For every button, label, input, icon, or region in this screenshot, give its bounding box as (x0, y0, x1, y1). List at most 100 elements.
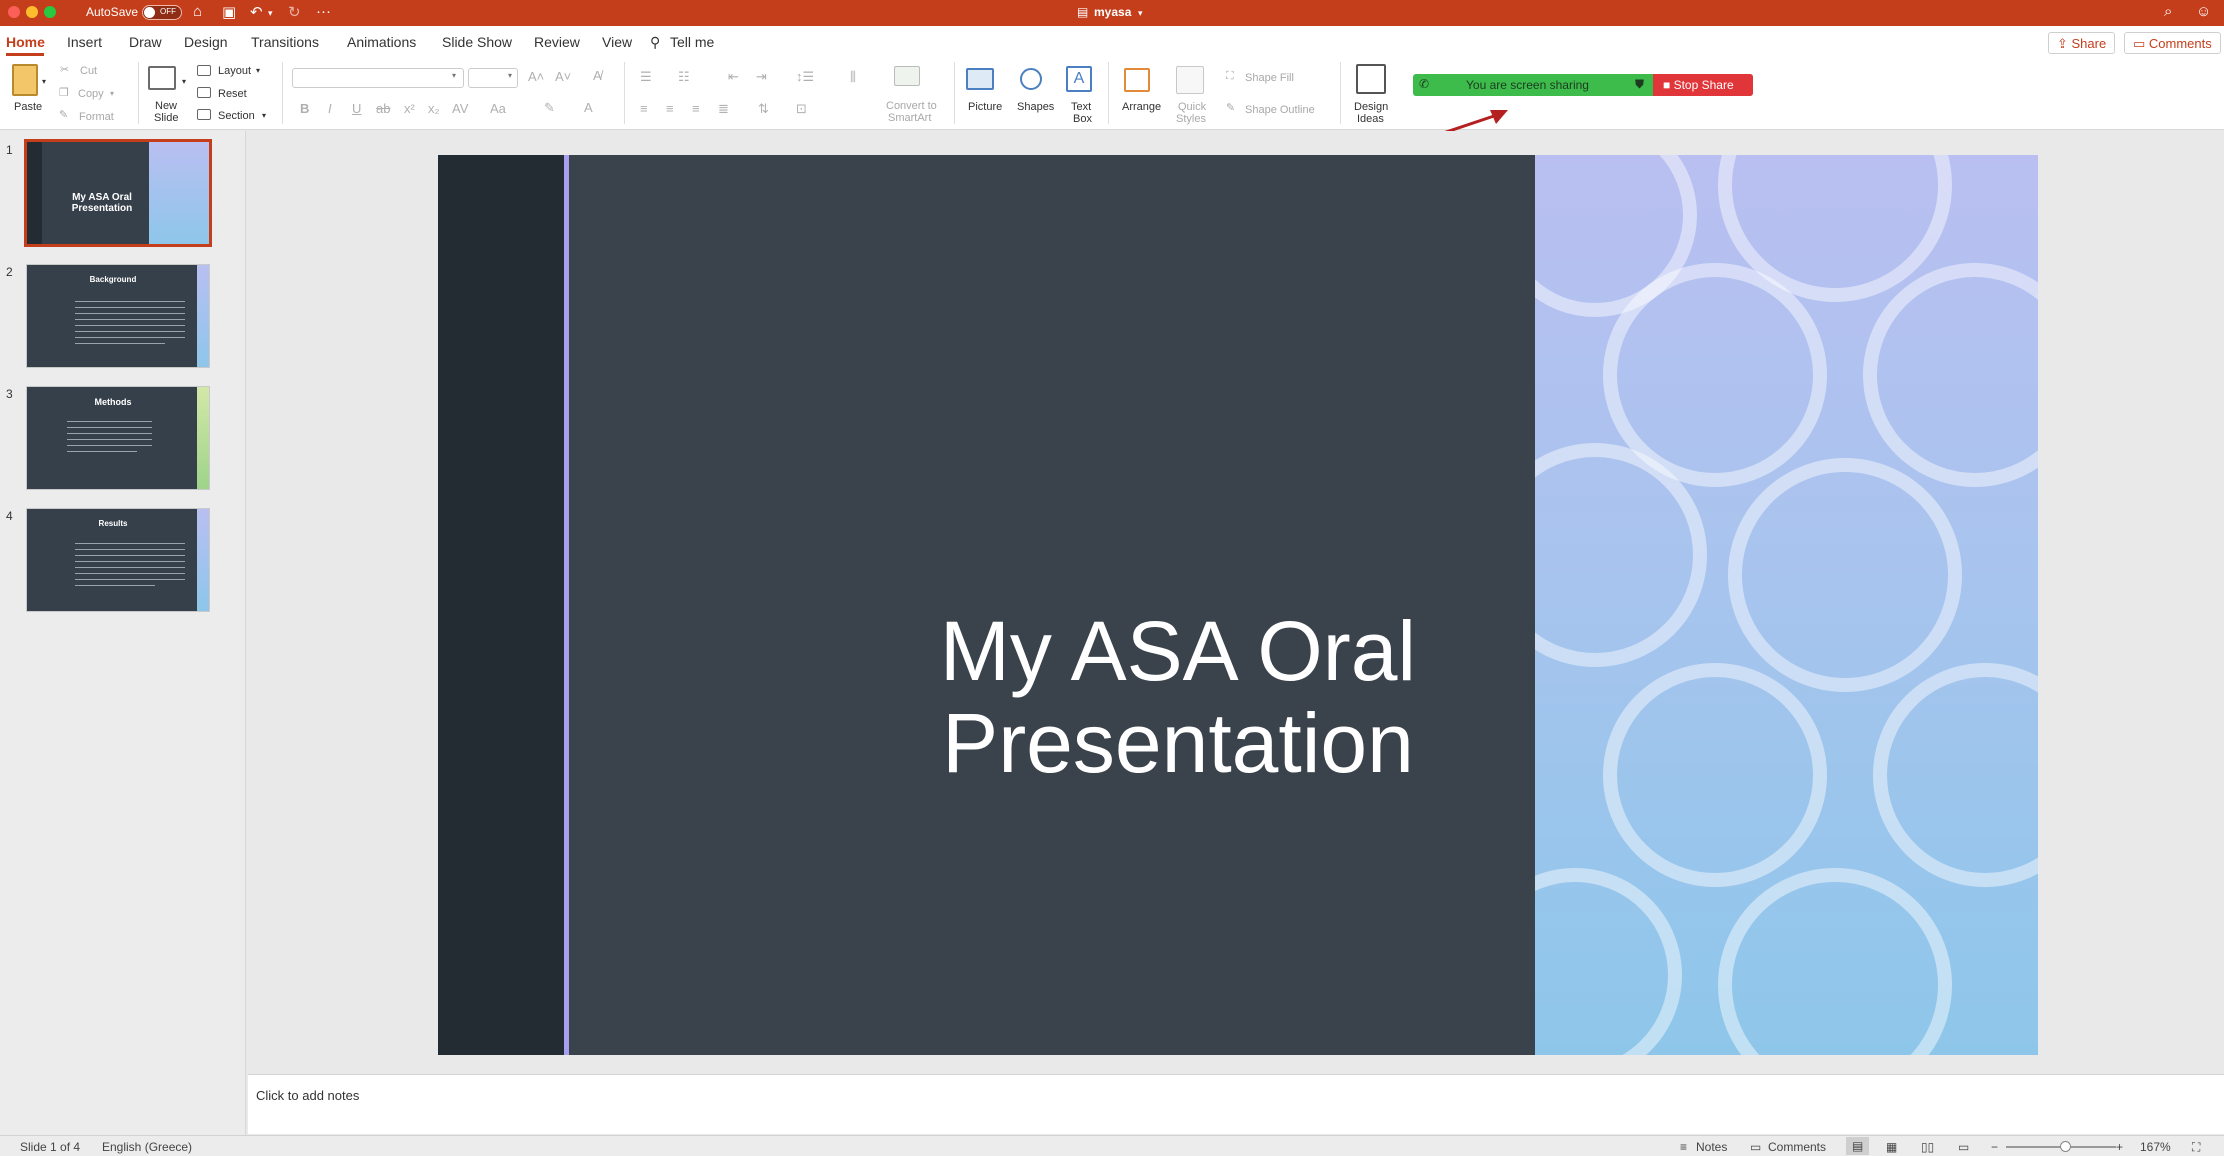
align-left-icon[interactable]: ≡ (640, 101, 648, 116)
decrease-font-icon[interactable]: A˅ (555, 69, 571, 84)
paste-label[interactable]: Paste (14, 101, 42, 113)
layout-button[interactable]: Layout (218, 65, 251, 77)
picture-icon[interactable] (966, 68, 994, 90)
smartart-icon[interactable] (894, 66, 920, 86)
paste-dropdown-icon[interactable]: ▾ (42, 76, 46, 88)
copy-button[interactable]: Copy (78, 88, 104, 100)
home-icon[interactable]: ⌂ (193, 3, 202, 20)
slide-thumbnail-1[interactable]: My ASA Oral Presentation (24, 139, 212, 247)
language-indicator[interactable]: English (Greece) (102, 1140, 192, 1154)
convert-smartart-label-1[interactable]: Convert to (886, 100, 937, 112)
section-dropdown-icon[interactable]: ▾ (262, 110, 266, 122)
undo-icon[interactable]: ↶ (250, 3, 263, 21)
shape-fill-button[interactable]: Shape Fill (1245, 72, 1294, 84)
clear-formatting-icon[interactable]: A̸ (593, 68, 602, 83)
undo-dropdown-icon[interactable]: ▾ (268, 8, 273, 19)
numbering-icon[interactable]: ☷ (678, 69, 690, 85)
quick-styles-label-2[interactable]: Styles (1176, 113, 1206, 125)
slideshow-view-icon[interactable]: ▭ (1958, 1140, 1969, 1154)
change-case-icon[interactable]: Aa (490, 101, 506, 116)
zoom-in-icon[interactable]: + (2116, 1140, 2123, 1154)
font-name-combo[interactable] (292, 68, 464, 88)
highlight-icon[interactable]: ✎ (544, 100, 555, 116)
text-box-icon[interactable]: A (1066, 66, 1092, 92)
more-commands-icon[interactable]: ··· (316, 3, 331, 20)
subscript-button[interactable]: x₂ (428, 101, 440, 116)
shapes-label[interactable]: Shapes (1017, 101, 1054, 113)
reading-view-icon[interactable]: ▯▯ (1921, 1140, 1934, 1154)
tab-review[interactable]: Review (534, 34, 580, 50)
quick-styles-label-1[interactable]: Quick (1178, 101, 1206, 113)
zoom-level[interactable]: 167% (2140, 1140, 2171, 1154)
font-name-dropdown-icon[interactable]: ▾ (452, 71, 456, 80)
notes-toggle[interactable]: Notes (1696, 1140, 1727, 1154)
comments-toggle[interactable]: Comments (1768, 1140, 1826, 1154)
redo-icon[interactable]: ↻ (288, 3, 301, 21)
font-color-icon[interactable]: A (584, 100, 593, 115)
tab-home[interactable]: Home (6, 34, 45, 50)
slide-thumbnail-4[interactable]: Results (26, 508, 210, 612)
increase-font-icon[interactable]: A˄ (528, 69, 544, 84)
comments-button[interactable]: ▭ Comments (2124, 32, 2221, 54)
zoom-out-icon[interactable]: − (1991, 1140, 1998, 1154)
slide-background-picture[interactable] (1535, 155, 2038, 1055)
normal-view-icon[interactable]: ▤ (1846, 1137, 1870, 1155)
superscript-button[interactable]: x² (404, 101, 415, 116)
columns-icon[interactable]: ⫼ (850, 69, 856, 85)
picture-label[interactable]: Picture (968, 101, 1002, 113)
italic-button[interactable]: I (328, 101, 332, 116)
title-chevron-icon[interactable]: ▾ (1138, 8, 1143, 19)
bold-button[interactable]: B (300, 101, 309, 116)
minimize-window-button[interactable] (26, 6, 38, 18)
quick-styles-icon[interactable] (1176, 66, 1204, 94)
slide-thumbnail-2[interactable]: Background (26, 264, 210, 368)
slide-title[interactable]: My ASA Oral Presentation (918, 605, 1438, 789)
tab-view[interactable]: View (602, 34, 632, 50)
text-direction-icon[interactable]: ⇅ (758, 101, 769, 117)
close-window-button[interactable] (8, 6, 20, 18)
layout-dropdown-icon[interactable]: ▾ (256, 65, 260, 77)
character-spacing-icon[interactable]: AV (452, 101, 468, 116)
line-spacing-icon[interactable]: ↕☰ (796, 69, 814, 85)
new-slide-dropdown-icon[interactable]: ▾ (182, 76, 186, 88)
font-size-dropdown-icon[interactable]: ▾ (508, 71, 512, 80)
slide-sorter-icon[interactable]: ▦ (1886, 1140, 1897, 1154)
slide-canvas[interactable]: My ASA Oral Presentation (438, 155, 2038, 1055)
design-ideas-icon[interactable] (1356, 64, 1386, 94)
autosave-toggle[interactable]: OFF (142, 5, 182, 20)
notes-icon[interactable]: ≡ (1680, 1140, 1687, 1154)
account-icon[interactable]: ☺ (2196, 3, 2211, 20)
new-slide-icon[interactable] (148, 66, 176, 90)
search-icon[interactable]: ⌕ (2164, 3, 2172, 20)
increase-indent-icon[interactable]: ⇥ (756, 69, 767, 85)
tab-design[interactable]: Design (184, 34, 228, 50)
tell-me-field[interactable]: Tell me (670, 34, 714, 50)
save-icon[interactable]: ▣ (222, 3, 236, 21)
new-slide-label-2[interactable]: Slide (154, 112, 178, 124)
copy-dropdown-icon[interactable]: ▾ (110, 88, 114, 100)
underline-button[interactable]: U (352, 101, 361, 116)
format-painter-button[interactable]: Format (79, 111, 114, 123)
share-button[interactable]: ⇪ Share (2048, 32, 2116, 54)
text-box-label-1[interactable]: Text (1071, 101, 1091, 113)
align-text-icon[interactable]: ⊡ (796, 101, 807, 117)
decrease-indent-icon[interactable]: ⇤ (728, 69, 739, 85)
shapes-icon[interactable] (1020, 68, 1042, 90)
cut-button[interactable]: Cut (80, 65, 97, 77)
tab-slide-show[interactable]: Slide Show (442, 34, 512, 50)
notes-pane[interactable]: Click to add notes (248, 1074, 2224, 1134)
strikethrough-button[interactable]: ab (376, 101, 390, 116)
align-center-icon[interactable]: ≡ (666, 101, 674, 116)
bullets-icon[interactable]: ☰ (640, 69, 652, 85)
slide-thumbnail-3[interactable]: Methods (26, 386, 210, 490)
document-title[interactable]: myasa (1094, 5, 1131, 19)
reset-button[interactable]: Reset (218, 88, 247, 100)
convert-smartart-label-2[interactable]: SmartArt (888, 112, 931, 124)
tab-animations[interactable]: Animations (347, 34, 416, 50)
zoom-slider-thumb[interactable] (2060, 1141, 2071, 1152)
new-slide-label-1[interactable]: New (155, 100, 177, 112)
justify-icon[interactable]: ≣ (718, 101, 729, 117)
stop-share-button[interactable]: ■ Stop Share (1653, 74, 1753, 96)
fit-to-window-icon[interactable]: ⛶ (2192, 1140, 2200, 1155)
arrange-label[interactable]: Arrange (1122, 101, 1161, 113)
